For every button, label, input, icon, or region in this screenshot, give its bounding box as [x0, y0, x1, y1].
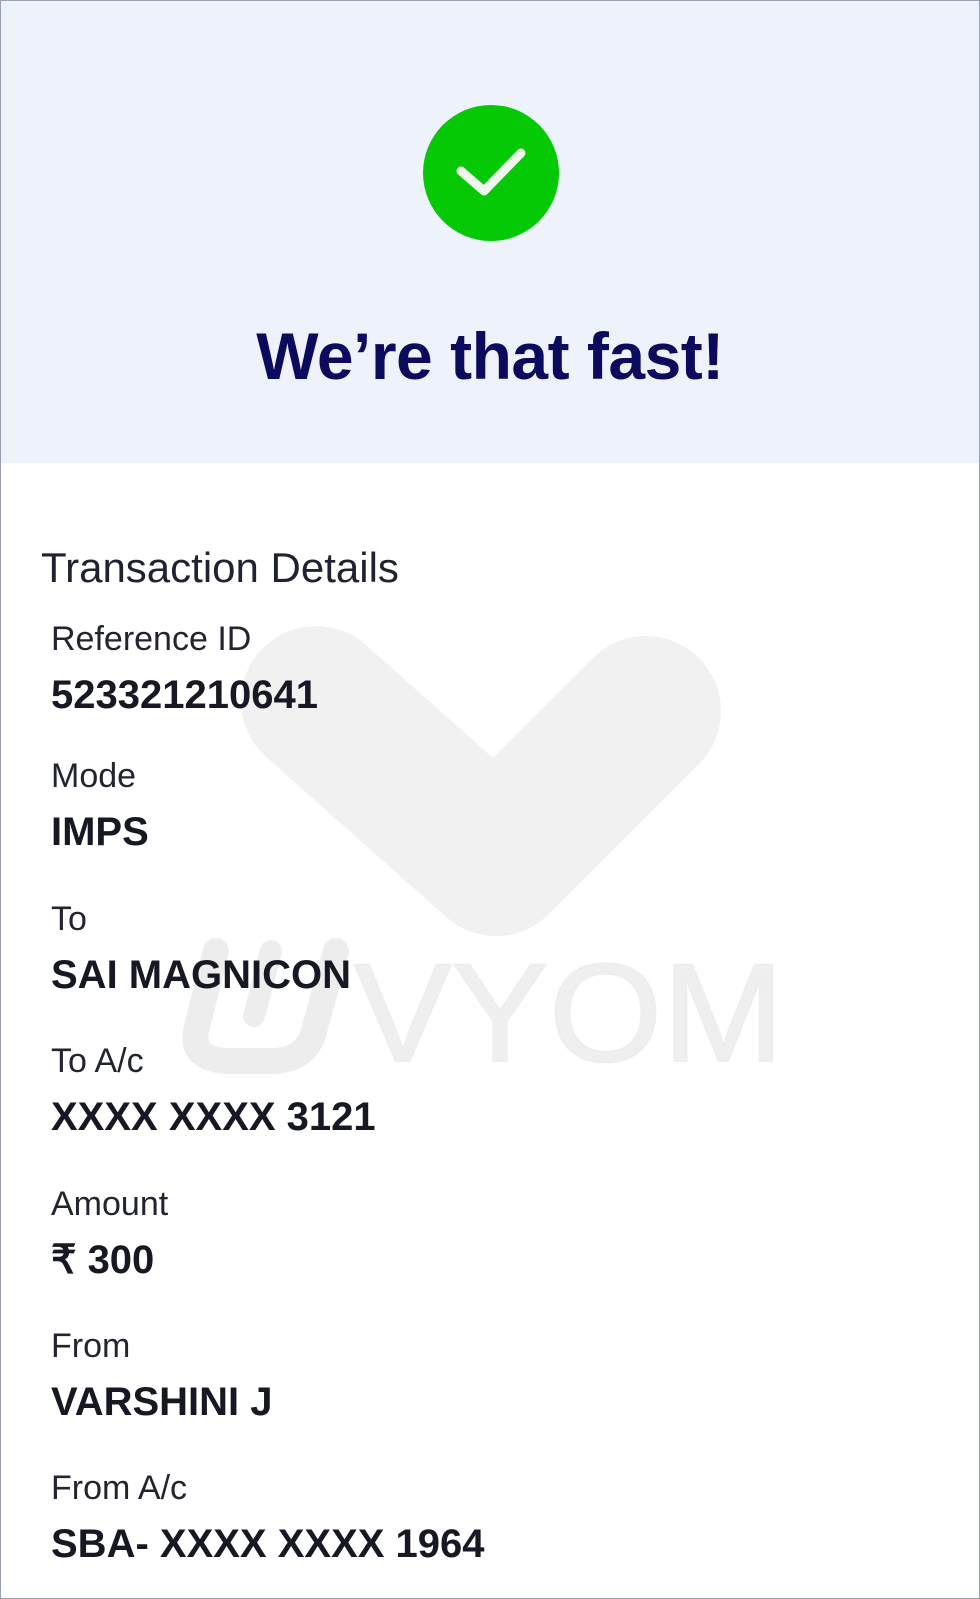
reference-id-label: Reference ID — [51, 620, 252, 658]
field-amount: Amount ₹ 300 — [51, 1187, 168, 1280]
field-from: From VARSHINI J — [51, 1329, 273, 1422]
reference-id-value: 523321210641 — [51, 673, 318, 717]
from-account-value: SBA- XXXX XXXX 1964 — [51, 1522, 485, 1566]
from-account-label: From A/c — [51, 1469, 188, 1507]
mode-value: IMPS — [51, 810, 149, 854]
watermark-text: VYOM — [354, 934, 784, 1091]
field-reference-id: Reference ID 523321210641 — [51, 622, 318, 715]
field-to: To SAI MAGNICON — [51, 902, 351, 995]
to-value: SAI MAGNICON — [51, 953, 351, 997]
success-title: We’re that fast! — [256, 319, 724, 393]
field-to-account: To A/c XXXX XXXX 3121 — [51, 1044, 376, 1137]
transaction-success-screen: We’re that fast! VYOM Transaction Detail… — [0, 0, 980, 1599]
amount-value: ₹ 300 — [51, 1238, 155, 1282]
transaction-details-title: Transaction Details — [41, 544, 399, 591]
success-header: We’re that fast! — [1, 1, 979, 463]
to-account-label: To A/c — [51, 1042, 144, 1080]
amount-label: Amount — [51, 1185, 169, 1223]
from-value: VARSHINI J — [51, 1380, 273, 1424]
to-label: To — [51, 900, 87, 938]
field-mode: Mode IMPS — [51, 759, 149, 852]
from-label: From — [51, 1327, 131, 1365]
check-watermark-icon — [241, 626, 721, 936]
field-from-account: From A/c SBA- XXXX XXXX 1964 — [51, 1471, 485, 1564]
check-icon — [456, 148, 526, 196]
success-badge — [423, 105, 559, 241]
mode-label: Mode — [51, 757, 137, 795]
to-account-value: XXXX XXXX 3121 — [51, 1095, 376, 1139]
